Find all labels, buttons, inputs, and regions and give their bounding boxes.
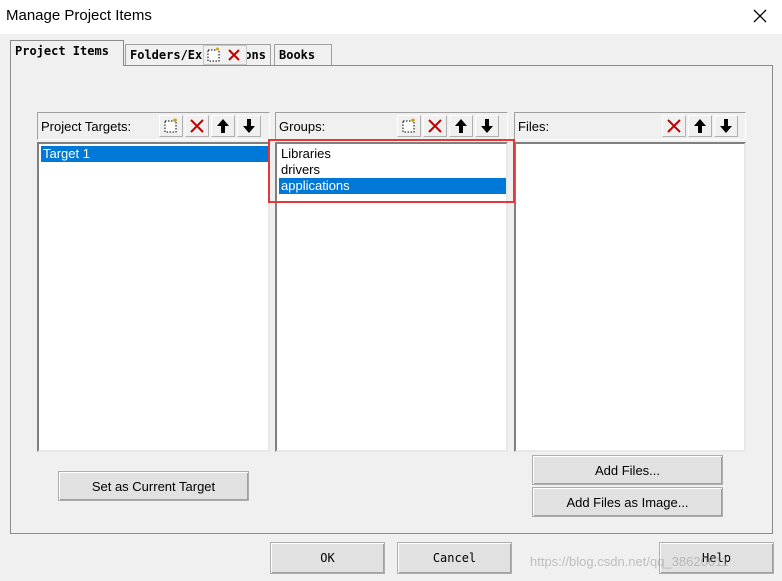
- move-up-target-button[interactable]: [211, 115, 235, 137]
- ok-button[interactable]: OK: [270, 542, 385, 574]
- move-up-group-button[interactable]: [449, 115, 473, 137]
- add-files-button[interactable]: Add Files...: [532, 455, 723, 485]
- list-item[interactable]: Libraries: [279, 146, 506, 162]
- files-listbox[interactable]: [514, 142, 746, 452]
- tab-folders-extensions[interactable]: Folders/Ex ons: [125, 44, 271, 66]
- move-up-icon: [694, 119, 706, 133]
- delete-icon: [428, 119, 442, 133]
- cancel-button[interactable]: Cancel: [397, 542, 512, 574]
- window-title: Manage Project Items: [6, 7, 152, 24]
- list-item[interactable]: applications: [279, 178, 506, 194]
- targets-header-label: Project Targets:: [41, 119, 132, 134]
- delete-group-button[interactable]: [423, 115, 447, 137]
- move-down-icon: [243, 119, 255, 133]
- tab-books[interactable]: Books: [274, 44, 332, 66]
- files-header-label: Files:: [518, 119, 550, 134]
- delete-icon: [228, 49, 240, 61]
- new-icon: [207, 47, 220, 62]
- targets-listbox[interactable]: Target 1: [37, 142, 270, 452]
- new-target-button[interactable]: [159, 115, 183, 137]
- floating-toolbar: [203, 45, 247, 65]
- groups-header-label: Groups:: [279, 119, 326, 134]
- add-files-as-image-button[interactable]: Add Files as Image...: [532, 487, 723, 517]
- move-down-icon: [481, 119, 493, 133]
- move-down-icon: [720, 119, 732, 133]
- delete-icon: [190, 119, 204, 133]
- move-down-file-button[interactable]: [714, 115, 738, 137]
- new-group-button[interactable]: [397, 115, 421, 137]
- groups-header: Groups:: [275, 112, 508, 140]
- tab-label: Project Items: [15, 44, 109, 58]
- list-item[interactable]: Target 1: [41, 146, 268, 162]
- new-icon: [164, 118, 177, 133]
- list-item[interactable]: drivers: [279, 162, 506, 178]
- tab-label: Folders/Ex: [130, 48, 203, 62]
- move-up-icon: [455, 119, 467, 133]
- close-icon[interactable]: [748, 4, 772, 28]
- groups-listbox[interactable]: Libraries drivers applications: [275, 142, 508, 452]
- move-up-file-button[interactable]: [688, 115, 712, 137]
- delete-file-button[interactable]: [662, 115, 686, 137]
- move-up-icon: [217, 119, 229, 133]
- targets-header: Project Targets:: [37, 112, 270, 140]
- title-bar: Manage Project Items: [0, 0, 782, 34]
- files-header: Files:: [514, 112, 746, 140]
- tab-project-items[interactable]: Project Items: [10, 40, 124, 66]
- delete-icon: [667, 119, 681, 133]
- new-icon: [402, 118, 415, 133]
- move-down-group-button[interactable]: [475, 115, 499, 137]
- set-current-target-button[interactable]: Set as Current Target: [58, 471, 249, 501]
- delete-target-button[interactable]: [185, 115, 209, 137]
- tab-label: Books: [279, 48, 316, 62]
- move-down-target-button[interactable]: [237, 115, 261, 137]
- watermark: https://blog.csdn.net/qq_38620611: [530, 554, 729, 569]
